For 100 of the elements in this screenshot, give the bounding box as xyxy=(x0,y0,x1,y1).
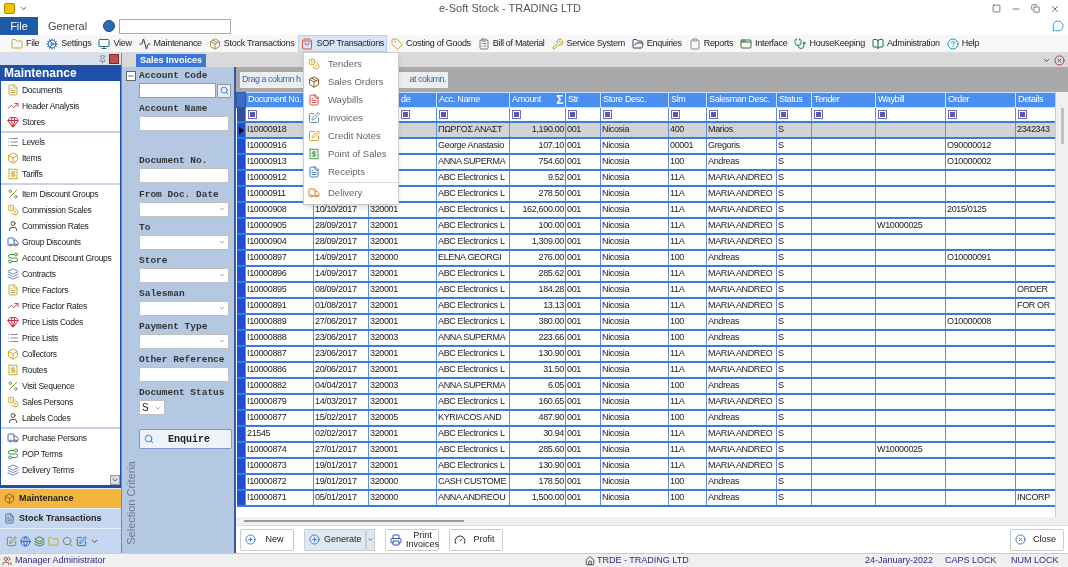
nav-item[interactable]: POP Terms xyxy=(1,446,63,462)
nav-item[interactable]: Documents xyxy=(1,82,63,98)
table-cell: S xyxy=(778,396,784,407)
table-cell: 001 xyxy=(567,332,581,343)
nav-item[interactable]: Levels xyxy=(1,134,45,150)
table-cell: ABC Electronics L xyxy=(438,268,505,279)
nav-item[interactable]: Sales Persons xyxy=(1,394,73,410)
table-cell: 2342343 xyxy=(1017,124,1050,135)
toolbar-item[interactable]: Service System xyxy=(548,35,628,52)
toolbar-item[interactable]: Reports xyxy=(685,35,737,52)
nav-item[interactable]: Tariffs xyxy=(1,166,43,182)
toolbar-item[interactable]: Interface xyxy=(737,35,791,52)
table-cell: W10000025 xyxy=(877,220,923,231)
action-button[interactable]: New xyxy=(240,528,294,551)
nav-item[interactable]: Price Lists xyxy=(1,330,58,346)
table-cell: S xyxy=(778,140,784,151)
toolbar-item[interactable]: Enquiries xyxy=(628,35,685,52)
toolbar-item[interactable]: Settings xyxy=(43,35,95,52)
enquire-button[interactable]: Enquire xyxy=(139,429,232,450)
table-cell: 320000 xyxy=(370,492,398,503)
table-cell: S xyxy=(778,364,784,375)
toolbar-item[interactable]: Costing of Goods xyxy=(388,35,474,52)
table-cell: 100.00 xyxy=(538,220,564,231)
action-button[interactable]: Profit xyxy=(449,528,503,551)
table-cell: Nicosia xyxy=(602,476,630,487)
nav-item[interactable]: Header Analysis xyxy=(1,98,79,114)
toolbar-item[interactable]: HouseKeeping xyxy=(791,35,868,52)
file-tab[interactable]: File xyxy=(0,17,38,35)
menu-item[interactable]: Tenders xyxy=(304,55,398,73)
nav-item[interactable]: Commission Rates xyxy=(1,218,89,234)
toolbar-item[interactable]: Help xyxy=(943,35,983,52)
table-cell: 100 xyxy=(670,380,684,391)
nav-item[interactable]: Price Factors xyxy=(1,282,69,298)
nav-section-button[interactable]: Maintenance xyxy=(0,489,121,508)
table-cell: 00001 xyxy=(670,140,694,151)
nav-item[interactable]: Item Discount Groups xyxy=(1,186,99,202)
table-cell: S xyxy=(778,124,784,135)
toolbar-item[interactable]: Maintenance xyxy=(135,35,205,52)
table-cell: I10000891 xyxy=(247,300,287,311)
nav-item[interactable]: Account Discount Groups xyxy=(1,250,112,266)
table-cell: 001 xyxy=(567,300,581,311)
table-cell: 001 xyxy=(567,252,581,263)
table-cell: 100 xyxy=(670,156,684,167)
nav-item[interactable]: Price Factor Rates xyxy=(1,298,87,314)
table-cell: ABC Electronics L xyxy=(438,284,505,295)
nav-item[interactable]: Items xyxy=(1,150,42,166)
table-cell: 320001 xyxy=(370,316,398,327)
nav-item[interactable]: Commission Scales xyxy=(1,202,92,218)
table-cell: O10000002 xyxy=(947,156,991,167)
close-button[interactable]: Close xyxy=(1010,528,1064,551)
table-cell: 320003 xyxy=(370,380,398,391)
ribbon-tab[interactable]: General xyxy=(48,17,88,35)
nav-item[interactable]: Purchase Persons xyxy=(1,430,87,446)
table-cell: 27/06/2017 xyxy=(315,316,357,327)
table-cell: FOR OR xyxy=(1017,300,1050,311)
table-cell: I10000912 xyxy=(247,172,287,183)
table-cell: 11A xyxy=(670,364,685,375)
nav-item[interactable]: Group Discounts xyxy=(1,234,81,250)
table-cell: 05/01/2017 xyxy=(315,492,357,503)
action-button[interactable]: Print Invoices xyxy=(385,528,439,551)
table-cell: S xyxy=(778,444,784,455)
table-cell: Andreas xyxy=(708,332,740,343)
table-cell: Andreas xyxy=(708,412,740,423)
toolbar-item[interactable]: SOP Transactions xyxy=(298,35,388,52)
toolbar-item[interactable]: Administration xyxy=(868,35,943,52)
table-cell: 320001 xyxy=(370,268,398,279)
table-cell: 001 xyxy=(567,204,581,215)
nav-item[interactable]: Stores xyxy=(1,114,45,130)
nav-section-button[interactable]: Stock Transactions xyxy=(0,509,121,528)
nav-item[interactable]: Contracts xyxy=(1,266,56,282)
dropdown-field[interactable]: S xyxy=(139,400,165,416)
toolbar-item[interactable]: View xyxy=(95,35,135,52)
table-cell: CASH CUSTOME xyxy=(438,476,507,487)
toolbar-item[interactable]: File xyxy=(8,35,43,52)
document-tab[interactable]: Sales Invoices xyxy=(136,54,207,67)
table-cell: 001 xyxy=(567,412,581,423)
nav-item[interactable]: Labels Codes xyxy=(1,410,71,426)
table-cell: 04/04/2017 xyxy=(315,380,357,391)
table-cell: 6.05 xyxy=(547,380,564,391)
table-cell: Nicosia xyxy=(602,348,630,359)
table-cell: Andreas xyxy=(708,316,740,327)
table-cell: Nicosia xyxy=(602,332,630,343)
table-cell: Nicosia xyxy=(602,396,630,407)
table-cell: 21545 xyxy=(247,428,271,439)
table-cell: 320005 xyxy=(370,412,398,423)
toolbar-item[interactable]: Stock Transactions xyxy=(205,35,298,52)
table-cell: 100 xyxy=(670,252,684,263)
nav-item[interactable]: Visit Sequence xyxy=(1,378,75,394)
toolbar-item[interactable]: Bill of Material xyxy=(474,35,548,52)
nav-item[interactable]: Delivery Terms xyxy=(1,462,74,478)
action-button[interactable]: Generate xyxy=(304,528,366,551)
nav-item[interactable]: Price Lists Codes xyxy=(1,314,84,330)
caps-lock-indicator: CAPS LOCK xyxy=(945,553,998,567)
table-cell: ABC Electronics L xyxy=(438,316,505,327)
table-cell: Gregoris xyxy=(708,140,740,151)
nav-item[interactable]: Routes xyxy=(1,362,48,378)
menu-item[interactable]: Sales Orders xyxy=(304,73,398,91)
nav-item[interactable]: Collectors xyxy=(1,346,57,362)
menu-item[interactable]: Delivery xyxy=(304,184,398,202)
table-cell: 19/01/2017 xyxy=(315,460,357,471)
